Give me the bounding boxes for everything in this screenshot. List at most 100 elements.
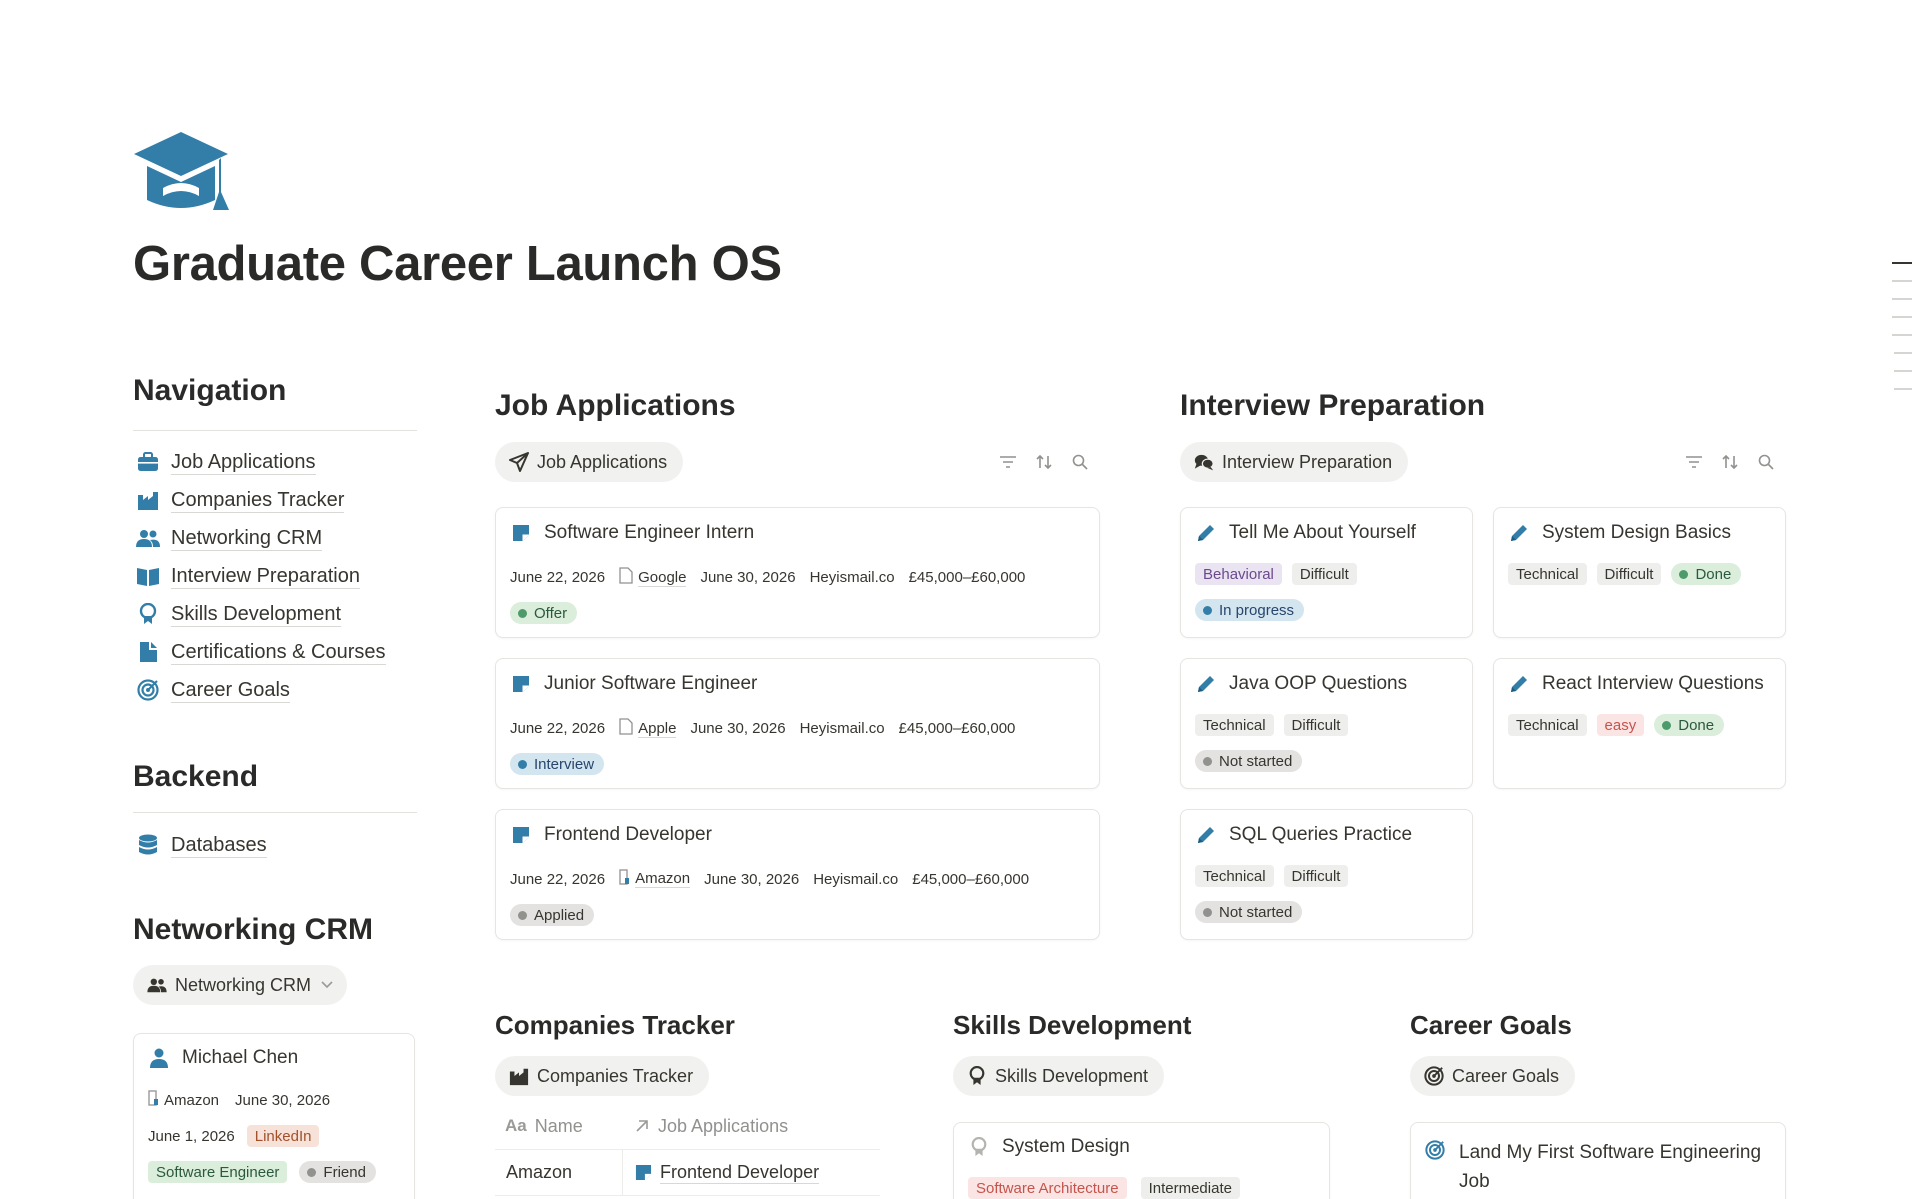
difficulty-tag: Difficult: [1596, 563, 1662, 585]
person-icon: [148, 1047, 170, 1069]
pencil-icon: [1195, 673, 1217, 695]
type-tag: Technical: [1195, 714, 1274, 736]
nav-item-label: Job Applications: [171, 450, 316, 475]
job-title: Frontend Developer: [544, 824, 712, 845]
difficulty-tag: easy: [1596, 714, 1645, 736]
pencil-icon: [1508, 522, 1530, 544]
deadline-date: June 30, 2026: [690, 720, 786, 737]
job-card[interactable]: Frontend Developer June 22, 2026 Amazon …: [495, 809, 1100, 940]
type-tag: Technical: [1508, 563, 1587, 585]
status-badge: In progress: [1195, 599, 1305, 621]
job-title: Junior Software Engineer: [544, 673, 758, 694]
document-icon: [510, 673, 532, 695]
interview-prep-view-tab[interactable]: Interview Preparation: [1180, 442, 1409, 482]
interview-card[interactable]: React Interview Questions Technical easy…: [1493, 658, 1786, 789]
skills-view-tab[interactable]: Skills Development: [953, 1056, 1165, 1096]
deadline-date: June 30, 2026: [704, 870, 800, 888]
sort-icon[interactable]: [1033, 451, 1055, 473]
column-header-name[interactable]: Aa Name: [495, 1103, 623, 1149]
career-goals-view-tab[interactable]: Career Goals: [1410, 1056, 1576, 1096]
question-title: Java OOP Questions: [1229, 673, 1408, 694]
nav-item-networking-crm[interactable]: Networking CRM: [136, 523, 386, 553]
nav-item-label: Skills Development: [171, 602, 342, 627]
brain-icon: [967, 1066, 987, 1086]
contact-company: Amazon: [164, 1091, 220, 1109]
column-header-job-applications[interactable]: Job Applications: [623, 1103, 880, 1149]
status-badge: Applied: [510, 904, 595, 926]
nav-item-certifications-courses[interactable]: Certifications & Courses: [136, 637, 386, 667]
company-link[interactable]: Google: [638, 569, 687, 587]
brain-icon: [136, 602, 160, 626]
job-applications-view-tab[interactable]: Job Applications: [495, 442, 684, 482]
filter-icon[interactable]: [1683, 451, 1705, 473]
skill-title: System Design: [1002, 1136, 1130, 1157]
nav-item-label: Networking CRM: [171, 526, 323, 551]
target-icon: [1425, 1140, 1447, 1162]
job-applications-heading: Job Applications: [495, 389, 736, 422]
salary-range: £45,000–£60,000: [912, 870, 1030, 888]
navigation-heading: Navigation: [133, 374, 287, 407]
contact-card[interactable]: Michael Chen Amazon June 30, 2026 June 1…: [133, 1033, 415, 1199]
companies-table: Aa Name Job Applications Amazon Frontend…: [495, 1103, 880, 1196]
document-icon: [510, 824, 532, 846]
difficulty-tag: Difficult: [1291, 563, 1357, 585]
applied-date: June 22, 2026: [510, 569, 606, 586]
nav-item-databases[interactable]: Databases: [136, 830, 267, 860]
factory-icon: [136, 488, 160, 512]
job-card[interactable]: Junior Software Engineer June 22, 2026 A…: [495, 658, 1100, 789]
filter-icon[interactable]: [997, 451, 1019, 473]
difficulty-tag: Difficult: [1283, 714, 1349, 736]
networking-heading: Networking CRM: [133, 913, 373, 946]
job-relation-cell[interactable]: Frontend Developer: [623, 1150, 880, 1195]
brain-icon: [968, 1136, 990, 1158]
pencil-icon: [1195, 824, 1217, 846]
contact-date: June 30, 2026: [235, 1091, 331, 1109]
level-tag: Intermediate: [1140, 1177, 1240, 1199]
type-tag: Behavioral: [1195, 563, 1282, 585]
company-link[interactable]: Amazon: [635, 870, 691, 888]
nav-item-companies-tracker[interactable]: Companies Tracker: [136, 485, 386, 515]
goal-card[interactable]: Land My First Software Engineering Job: [1410, 1122, 1786, 1199]
page-title: Graduate Career Launch OS: [133, 237, 782, 291]
search-icon[interactable]: [1755, 451, 1777, 473]
contact-date: June 1, 2026: [148, 1127, 235, 1145]
sort-icon[interactable]: [1719, 451, 1741, 473]
table-header: Aa Name Job Applications: [495, 1103, 880, 1149]
nav-item-interview-preparation[interactable]: Interview Preparation: [136, 561, 386, 591]
contact-email: Heyismail.co: [809, 569, 895, 586]
building-icon: [619, 869, 630, 889]
company-link[interactable]: Apple: [638, 720, 677, 738]
networking-view-tab[interactable]: Networking CRM: [133, 965, 348, 1005]
type-tag: Technical: [1508, 714, 1587, 736]
interview-card[interactable]: Tell Me About Yourself Behavioral Diffic…: [1180, 507, 1473, 638]
nav-item-career-goals[interactable]: Career Goals: [136, 675, 386, 705]
companies-heading: Companies Tracker: [495, 1010, 735, 1040]
nav-item-label: Career Goals: [171, 678, 290, 703]
job-card[interactable]: Software Engineer Intern June 22, 2026 G…: [495, 507, 1100, 638]
view-label: Interview Preparation: [1222, 451, 1393, 472]
document-icon: [136, 640, 160, 664]
difficulty-tag: Difficult: [1283, 865, 1349, 887]
nav-item-label: Databases: [171, 833, 267, 858]
nav-item-skills-development[interactable]: Skills Development: [136, 599, 386, 629]
interview-card[interactable]: SQL Queries Practice Technical Difficult…: [1180, 809, 1473, 940]
interview-card[interactable]: System Design Basics Technical Difficult…: [1493, 507, 1786, 638]
question-title: System Design Basics: [1542, 522, 1732, 543]
salary-range: £45,000–£60,000: [908, 569, 1026, 586]
career-goals-heading: Career Goals: [1410, 1010, 1572, 1040]
search-icon[interactable]: [1069, 451, 1091, 473]
table-row[interactable]: Amazon Frontend Developer: [495, 1149, 880, 1195]
graduation-cap-icon: [133, 130, 233, 216]
page-icon: [619, 567, 633, 588]
status-badge: Not started: [1195, 750, 1303, 772]
company-name-cell: Amazon: [495, 1150, 623, 1195]
factory-icon: [509, 1066, 529, 1086]
salary-range: £45,000–£60,000: [898, 720, 1016, 737]
companies-view-tab[interactable]: Companies Tracker: [495, 1056, 710, 1096]
nav-item-job-applications[interactable]: Job Applications: [136, 447, 386, 477]
deadline-date: June 30, 2026: [700, 569, 796, 586]
people-icon: [147, 975, 167, 995]
status-badge: Interview: [510, 753, 605, 775]
interview-card[interactable]: Java OOP Questions Technical Difficult N…: [1180, 658, 1473, 789]
skill-card[interactable]: System Design Software Architecture Inte…: [953, 1122, 1330, 1199]
